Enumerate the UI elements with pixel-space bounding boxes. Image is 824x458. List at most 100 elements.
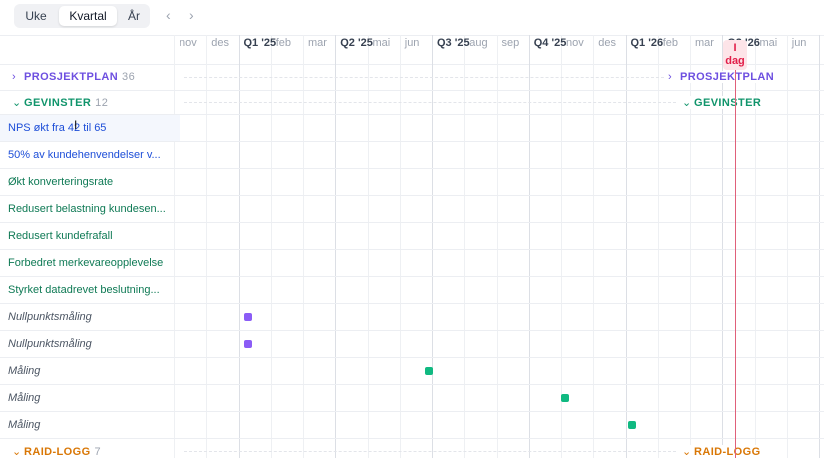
timeline-tick: jun [791, 37, 807, 49]
gevinst-row-label[interactable]: 50% av kundehenvendelser v... [8, 149, 178, 161]
view-quarter-button[interactable]: Kvartal [59, 6, 117, 26]
timeline-tick: jun [404, 37, 420, 49]
gevinst-row-label[interactable]: Måling [8, 392, 178, 404]
timeline-gridline [206, 35, 208, 458]
timeline-tick: mai [372, 37, 391, 49]
gevinst-row-label[interactable]: Forbedret merkevareopplevelse [8, 257, 178, 269]
timeline-gridline [819, 35, 820, 458]
timeline-gridline [367, 35, 369, 458]
timeline-gridline [238, 35, 240, 458]
timeline-tick: mar [308, 37, 327, 49]
row-divider [0, 222, 824, 223]
group-divider [0, 90, 824, 91]
sticky-group-prosjektplan-label: PROSJEKTPLAN [680, 71, 775, 83]
today-badge-word: dag [725, 55, 745, 67]
timeline-tick: aug [469, 37, 488, 49]
row-divider [0, 330, 824, 331]
milestone-marker[interactable] [561, 394, 570, 402]
row-divider [0, 195, 824, 196]
milestone-marker[interactable] [627, 421, 636, 429]
timeline-tick: des [598, 37, 616, 49]
timeline-gridline [593, 35, 595, 458]
timeline-gridline [657, 35, 659, 458]
gevinst-row-label[interactable]: Nullpunktsmåling [8, 311, 178, 323]
timeline-gridline [625, 35, 627, 458]
group-prosjektplan-track [184, 77, 664, 78]
gevinst-row-label[interactable]: Styrket datadrevet beslutning... [8, 284, 178, 296]
row-divider [0, 249, 824, 250]
row-divider [0, 303, 824, 304]
timeline-tick: Q2 '25 [340, 37, 373, 49]
row-divider [0, 168, 824, 169]
chevron-down-icon: ⌄ [682, 446, 692, 458]
timeline-tick: feb [662, 37, 679, 49]
row-divider [0, 411, 824, 412]
gevinst-row-label[interactable]: NPS økt fra 42 til 65 [8, 122, 178, 134]
gevinst-row-label[interactable]: Nullpunktsmåling [8, 338, 178, 350]
gevinst-row-label[interactable]: Måling [8, 419, 178, 431]
row-divider [0, 141, 824, 142]
chevron-down-icon: ⌄ [12, 446, 22, 458]
timeline-tick: des [211, 37, 229, 49]
timeline-gridline [786, 35, 788, 458]
timeline-tick: nov [180, 37, 197, 49]
sticky-group-gevinster-label: GEVINSTER [694, 97, 762, 109]
sticky-group-prosjektplan[interactable]: › PROSJEKTPLAN [668, 71, 779, 83]
group-divider [0, 438, 824, 439]
timeline-gridline [432, 35, 433, 458]
chevron-right-icon[interactable]: › [189, 7, 194, 23]
timeline-tick: mai [759, 37, 778, 49]
timeline-gridline [496, 35, 498, 458]
chevron-left-icon[interactable]: ‹ [166, 7, 171, 23]
row-divider [0, 384, 824, 385]
gevinst-row-label[interactable]: Redusert belastning kundesen... [8, 203, 178, 215]
timeline-tick: Q1 '25 [243, 37, 277, 49]
sticky-group-raid-logg[interactable]: ⌄ RAID-LOGG [682, 445, 765, 458]
text-cursor-icon: I [74, 118, 78, 132]
group-gevinster-label: GEVINSTER [24, 97, 92, 109]
timeline-tick: mar [695, 37, 714, 49]
group-gevinster[interactable]: ⌄ GEVINSTER 12 [12, 96, 108, 109]
timeline-tick: Q3 '25 [437, 37, 470, 49]
timeline-gridline [270, 35, 272, 458]
view-switcher: Uke Kvartal År [14, 4, 150, 28]
gevinst-row-label[interactable]: Økt konverteringsrate [8, 176, 178, 188]
row-divider [0, 357, 824, 358]
chevron-down-icon: ⌄ [12, 97, 22, 109]
sticky-group-raid-logg-label: RAID-LOGG [694, 446, 761, 458]
group-raid-logg[interactable]: ⌄ RAID-LOGG 7 [12, 445, 101, 458]
group-gevinster-count: 12 [95, 97, 109, 109]
timeline-tick: nov [566, 37, 584, 49]
group-raid-logg-count: 7 [94, 446, 102, 458]
group-gevinster-track [184, 102, 676, 103]
gevinst-row-label[interactable]: Måling [8, 365, 178, 377]
group-raid-logg-track [184, 451, 676, 452]
chevron-right-icon: › [668, 71, 673, 83]
milestone-marker[interactable] [243, 340, 252, 348]
group-divider [0, 114, 824, 115]
timeline-tick: feb [275, 37, 292, 49]
timeline-tick: Q4 '25 [533, 37, 567, 49]
today-badge: Idag [723, 40, 747, 70]
view-week-button[interactable]: Uke [16, 6, 56, 26]
timeline-tick: Q1 '26 [630, 37, 664, 49]
timeline-tick: sep [501, 37, 520, 49]
group-raid-logg-label: RAID-LOGG [24, 446, 91, 458]
sticky-group-gevinster[interactable]: ⌄ GEVINSTER [682, 96, 766, 109]
timeline-gridline [303, 35, 304, 458]
row-divider [0, 276, 824, 277]
group-prosjektplan[interactable]: › PROSJEKTPLAN 36 [12, 71, 135, 83]
milestone-marker[interactable] [424, 367, 433, 375]
group-prosjektplan-label: PROSJEKTPLAN [24, 71, 119, 83]
toolbar: Uke Kvartal År ‹ › [0, 0, 824, 35]
timeline-gridline [335, 35, 337, 458]
timeline-gridline [528, 35, 530, 458]
view-year-button[interactable]: År [120, 6, 148, 26]
timeline-gridline [464, 35, 466, 458]
group-prosjektplan-count: 36 [122, 71, 136, 83]
today-badge-word: I [733, 42, 737, 54]
timeline-gridline [399, 35, 401, 458]
today-line [735, 40, 736, 458]
milestone-marker[interactable] [243, 313, 252, 321]
gevinst-row-label[interactable]: Redusert kundefrafall [8, 230, 178, 242]
